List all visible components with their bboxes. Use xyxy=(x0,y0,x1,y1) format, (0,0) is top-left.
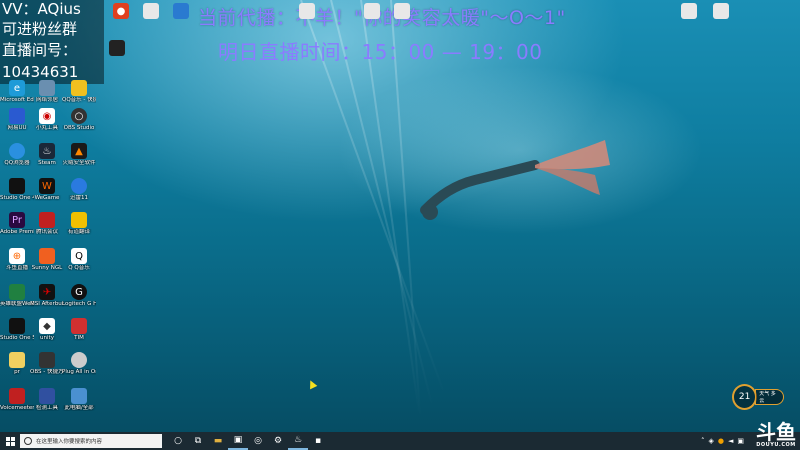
douyu-url-text: DOUYU.COM xyxy=(756,442,796,448)
top-icon-7[interactable] xyxy=(672,3,706,19)
icon-logitech[interactable]: GLogitech G HUB xyxy=(62,284,96,307)
icon-studioone5[interactable]: Studio One 5 xyxy=(0,318,34,341)
tray-network-icon[interactable]: ◈ xyxy=(708,437,713,445)
tray-app-icon[interactable]: ● xyxy=(718,437,724,445)
stream-fan-group: 可进粉丝群 xyxy=(2,20,78,38)
icon-check[interactable]: 检测工具 xyxy=(30,388,64,411)
start-button[interactable] xyxy=(0,432,20,450)
icon-edge[interactable]: eMicrosoft Edge xyxy=(0,80,34,103)
weather-widget[interactable]: 21 天气 多云 xyxy=(732,384,784,410)
icon-studioone[interactable]: Studio One 4 xyxy=(0,178,34,201)
task-view-icon[interactable]: ⧉ xyxy=(188,432,208,450)
icon-premiere[interactable]: PrAdobe Premiere xyxy=(0,212,34,235)
icon-sunny[interactable]: Sunny NGL xyxy=(30,248,64,271)
icon-plug[interactable]: Plug All in One xyxy=(62,352,96,375)
icon-lol[interactable]: 英雄联盟WeGame版 xyxy=(0,284,34,307)
cortana-icon[interactable]: ○ xyxy=(168,432,188,450)
tray-volume-icon[interactable]: ◄ xyxy=(728,437,733,445)
icon-pr[interactable]: pr xyxy=(0,352,34,375)
stream-banner-schedule: 明日直播时间：15：00 — 19：00 xyxy=(218,40,543,64)
icon-qqmusic[interactable]: QQ音乐 - 快捷方式 xyxy=(62,80,96,103)
top-icon-1[interactable]: ● xyxy=(104,3,138,19)
icon-voicemeeter[interactable]: Voicemeeter Banana xyxy=(0,388,34,411)
system-tray: ˄ ◈ ● ◄ ▣ xyxy=(701,437,748,445)
top-icon-2[interactable] xyxy=(134,3,168,19)
icon-shortcut-1[interactable] xyxy=(100,40,134,57)
douyu-watermark: 斗鱼 DOUYU.COM xyxy=(756,422,796,448)
icon-network[interactable]: 网络邻居 xyxy=(30,80,64,103)
stream-room-number: 10434631 xyxy=(2,63,79,81)
icon-msi[interactable]: ✈MSI Afterburner xyxy=(30,284,64,307)
icon-tool[interactable]: ◉ 小丸工具 xyxy=(30,108,64,131)
mouse-cursor-icon xyxy=(306,378,318,390)
taskbar-app-other[interactable]: ▪ xyxy=(308,432,328,450)
taskbar-search[interactable]: 在这里输入你要搜索的内容 xyxy=(20,434,162,448)
stream-info-box: VV：AQius 可进粉丝群 直播间号： 10434631 xyxy=(0,0,104,84)
top-icon-3[interactable] xyxy=(164,3,198,19)
top-icon-8[interactable] xyxy=(704,3,738,19)
desktop: VV：AQius 可进粉丝群 直播间号： 10434631 当前代播：不羊！"你… xyxy=(0,0,800,432)
taskbar-app-browser[interactable]: ◎ xyxy=(248,432,268,450)
icon-tencent-meeting[interactable]: 腾讯会议 xyxy=(30,212,64,235)
icon-qq[interactable]: QQ Q音乐 xyxy=(62,248,96,271)
icon-youdao[interactable]: 有道翻译 xyxy=(62,212,96,235)
windows-logo-icon xyxy=(5,436,15,446)
stream-wechat: VV：AQius xyxy=(2,0,81,18)
taskbar-app-settings[interactable]: ⚙ xyxy=(268,432,288,450)
icon-tim[interactable]: TIM xyxy=(62,318,96,341)
taskbar-app-obs[interactable]: ▣ xyxy=(228,432,248,450)
icon-xunlei[interactable]: 迅雷11 xyxy=(62,178,96,201)
icon-huorong[interactable]: ▲ 火绒安全软件 xyxy=(62,143,96,166)
file-explorer-icon[interactable]: ▬ xyxy=(208,432,228,450)
tray-chevron-icon[interactable]: ˄ xyxy=(701,437,705,445)
icon-uu[interactable]: 网易UU xyxy=(0,108,34,131)
icon-obs-shortcut[interactable]: OBS - 快捷方式 xyxy=(30,352,64,375)
taskbar-app-steam[interactable]: ♨ xyxy=(288,432,308,450)
top-icon-6[interactable] xyxy=(385,3,419,19)
icon-steam[interactable]: ♨ Steam xyxy=(30,143,64,166)
icon-obs[interactable]: ○ OBS Studio xyxy=(62,108,96,131)
icon-wegame[interactable]: W WeGame xyxy=(30,178,64,201)
tray-ime-icon[interactable]: ▣ xyxy=(737,437,744,445)
icon-qqbrowser[interactable]: QQ浏览器 xyxy=(0,143,34,166)
weather-info: 天气 多云 xyxy=(755,389,784,405)
icon-computer[interactable]: 此电脑/全部 xyxy=(62,388,96,411)
icon-unity[interactable]: ◆ unity xyxy=(30,318,64,341)
icon-douyu[interactable]: ⊕ 斗鱼直播 xyxy=(0,248,34,271)
weather-temp: 21 xyxy=(732,384,758,410)
search-icon xyxy=(24,437,32,445)
stream-room-label: 直播间号： xyxy=(2,41,78,59)
top-icon-5[interactable] xyxy=(355,3,389,19)
search-placeholder: 在这里输入你要搜索的内容 xyxy=(36,439,103,445)
top-icon-4[interactable] xyxy=(290,3,324,19)
douyu-logo-text: 斗鱼 xyxy=(756,420,796,444)
taskbar: 在这里输入你要搜索的内容 ○ ⧉ ▬ ▣ ◎ ⚙ ♨ ▪ ˄ ◈ ● ◄ ▣ xyxy=(0,432,800,450)
